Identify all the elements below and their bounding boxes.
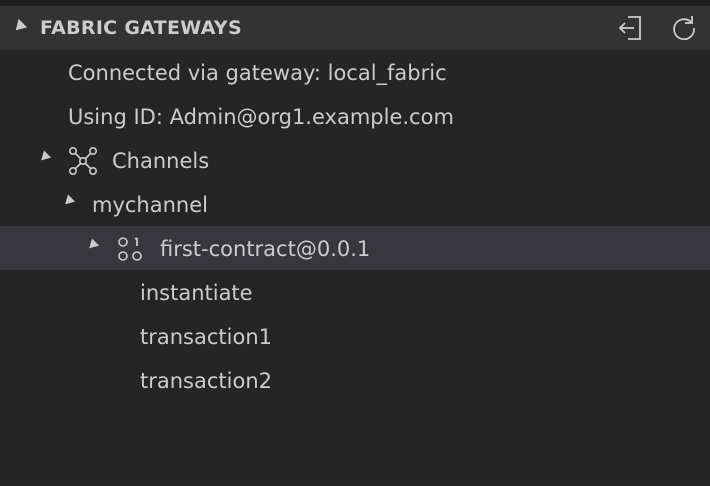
fabric-gateways-header[interactable]: FABRIC GATEWAYS	[0, 6, 710, 50]
transaction-label: instantiate	[140, 281, 253, 305]
gateway-tree: Connected via gateway: local_fabric Usin…	[0, 50, 710, 402]
connected-gateway-label: Connected via gateway: local_fabric	[68, 61, 447, 85]
section-title: FABRIC GATEWAYS	[40, 17, 242, 39]
transaction-label: transaction1	[140, 325, 272, 349]
disconnect-icon	[618, 16, 641, 40]
transaction-label: transaction2	[140, 369, 272, 393]
channel-item-mychannel[interactable]: mychannel	[0, 182, 710, 226]
contract-label: first-contract@0.0.1	[160, 237, 371, 261]
expand-chevron-icon[interactable]	[85, 238, 100, 252]
channels-label: Channels	[112, 149, 210, 173]
transaction-item[interactable]: transaction1	[0, 314, 710, 358]
identity-item[interactable]: Using ID: Admin@org1.example.com	[0, 94, 710, 138]
channel-label: mychannel	[92, 193, 208, 217]
connected-gateway-item[interactable]: Connected via gateway: local_fabric	[0, 50, 710, 94]
expand-chevron-icon[interactable]	[37, 150, 52, 164]
expand-chevron-icon[interactable]	[61, 194, 76, 208]
transaction-item[interactable]: transaction2	[0, 358, 710, 402]
identity-label: Using ID: Admin@org1.example.com	[68, 105, 454, 129]
collapse-chevron-icon[interactable]	[11, 18, 28, 35]
smart-contract-icon	[118, 237, 142, 261]
channels-icon	[68, 146, 97, 175]
refresh-icon	[673, 16, 695, 41]
transaction-item[interactable]: instantiate	[0, 270, 710, 314]
refresh-button[interactable]	[668, 12, 700, 44]
channels-item[interactable]: Channels	[0, 138, 710, 182]
disconnect-button[interactable]	[614, 12, 646, 44]
contract-item-first-contract[interactable]: first-contract@0.0.1	[0, 226, 710, 270]
